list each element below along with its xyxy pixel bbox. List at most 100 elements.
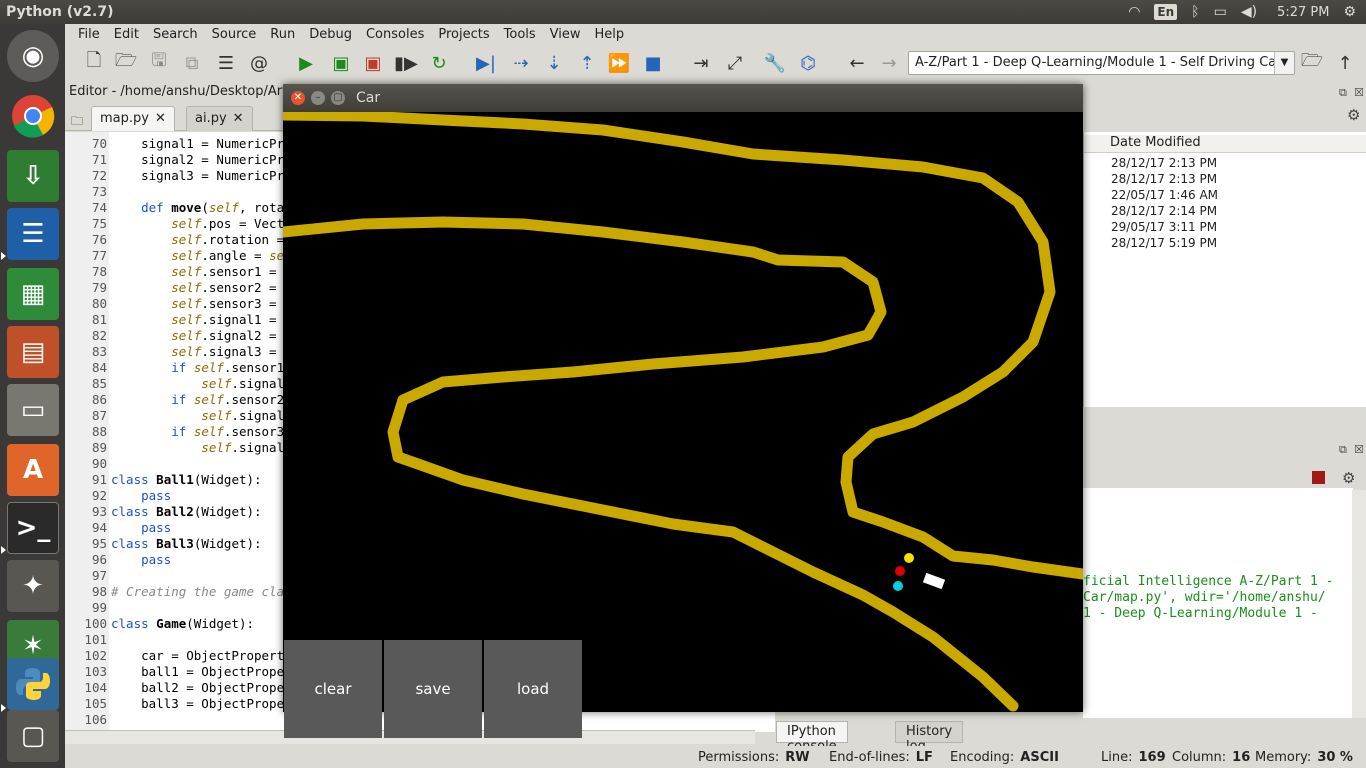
pane-options-gear-icon[interactable]: ⚙ xyxy=(1347,106,1360,124)
stop-kernel-icon[interactable] xyxy=(1312,471,1325,484)
run-cell-icon[interactable]: ▣ xyxy=(329,51,353,75)
terminal-icon[interactable]: >_ xyxy=(7,502,59,554)
code-line: if self.sensor2 xyxy=(171,392,285,407)
maximize-icon[interactable]: ▢ xyxy=(331,91,345,105)
console-vertical-scrollbar[interactable] xyxy=(1352,490,1366,718)
menu-help[interactable]: Help xyxy=(588,27,632,42)
impress-icon[interactable]: ▤ xyxy=(7,326,59,378)
parent-dir-arrow-icon[interactable]: ↑ xyxy=(1333,51,1357,75)
new-file-icon[interactable]: 🗋 xyxy=(82,50,106,75)
menu-projects[interactable]: Projects xyxy=(431,27,496,42)
menu-run[interactable]: Run xyxy=(263,27,302,42)
step-into-icon[interactable]: ⇣ xyxy=(542,51,566,75)
maximize-pane-icon[interactable]: ⇥ xyxy=(689,51,713,75)
close-icon[interactable]: ✕ xyxy=(155,111,166,126)
file-row-date[interactable]: 28/12/17 2:14 PM xyxy=(1111,204,1217,220)
line-number: 98 xyxy=(91,584,107,599)
run-cell-advance-icon[interactable]: ▣ xyxy=(361,51,385,75)
menu-view[interactable]: View xyxy=(543,27,588,42)
run-icon[interactable]: ▶ xyxy=(294,51,318,75)
file-row-date[interactable]: 28/12/17 5:19 PM xyxy=(1111,236,1217,252)
download-manager-icon[interactable]: ⇩ xyxy=(7,150,59,202)
software-center-icon[interactable]: A xyxy=(7,444,59,496)
save-button[interactable]: save xyxy=(384,640,482,738)
preferences-wrench-icon[interactable]: 🔧 xyxy=(763,51,787,75)
menu-edit[interactable]: Edit xyxy=(107,27,146,42)
python-icon[interactable] xyxy=(7,658,59,710)
close-pane-icon[interactable]: ☒ xyxy=(1354,86,1364,99)
close-pane-icon[interactable]: ☒ xyxy=(1354,443,1364,456)
menu-search[interactable]: Search xyxy=(146,27,205,42)
browse-folder-icon[interactable]: 🗁 xyxy=(1300,50,1324,75)
calc-icon[interactable]: ▦ xyxy=(7,268,59,320)
undock-icon[interactable]: ⧉ xyxy=(1339,86,1347,100)
battery-icon[interactable]: ▭ xyxy=(1214,4,1227,20)
car-window-titlebar[interactable]: ✕ – ▢ Car xyxy=(283,84,1083,112)
file-row-date[interactable]: 28/12/17 2:13 PM xyxy=(1111,156,1217,172)
chrome-icon[interactable] xyxy=(7,90,59,142)
forward-arrow-icon[interactable]: → xyxy=(877,51,901,75)
file-explorer: Date Modified 28/12/17 2:13 PM 28/12/17 … xyxy=(1083,132,1366,407)
stop-debug-icon[interactable]: ■ xyxy=(641,51,665,75)
tab-history-log[interactable]: History log xyxy=(895,721,964,754)
column-header-date-modified[interactable]: Date Modified xyxy=(1084,135,1366,153)
python-path-icon[interactable]: ⌬ xyxy=(796,51,820,75)
file-row-date[interactable]: 28/12/17 2:13 PM xyxy=(1111,172,1217,188)
writer-icon[interactable]: ☰ xyxy=(7,208,59,260)
rerun-icon[interactable]: ↻ xyxy=(427,51,451,75)
menu-consoles[interactable]: Consoles xyxy=(359,27,431,42)
clock[interactable]: 5:27 PM xyxy=(1277,5,1329,20)
undock-icon[interactable]: ⧉ xyxy=(1339,443,1347,457)
bluetooth-icon[interactable]: ᛒ xyxy=(1191,4,1199,20)
console-options-gear-icon[interactable]: ⚙ xyxy=(1342,469,1355,487)
run-selection-icon[interactable]: ▮▶ xyxy=(394,51,418,75)
outline-list-icon[interactable]: ☰ xyxy=(214,51,238,75)
menu-file[interactable]: File xyxy=(71,27,107,42)
status-bar: Permissions: RW End-of-lines: LF Encoding:… xyxy=(65,746,1366,768)
close-icon[interactable]: ✕ xyxy=(291,91,305,105)
code-line: self.signal xyxy=(201,376,285,391)
close-icon[interactable]: ✕ xyxy=(233,111,244,126)
save-icon[interactable]: 🖫 xyxy=(147,50,171,75)
browse-tabs-icon[interactable]: 🗀 xyxy=(71,112,83,133)
menu-tools[interactable]: Tools xyxy=(497,27,543,42)
line-number: 88 xyxy=(91,424,107,439)
at-symbol-icon[interactable]: @ xyxy=(247,51,271,75)
ubuntu-dash-icon[interactable]: ◉ xyxy=(7,30,59,82)
code-line: self.angle = se xyxy=(171,248,285,263)
file-row-date[interactable]: 22/05/17 1:46 AM xyxy=(1111,188,1218,204)
wifi-icon[interactable]: ◠ xyxy=(1128,4,1140,20)
line-number: 75 xyxy=(91,216,107,231)
open-file-icon[interactable]: 🗁 xyxy=(114,50,138,75)
chevron-down-icon[interactable]: ▼ xyxy=(1274,52,1294,74)
step-return-icon[interactable]: ⇡ xyxy=(575,51,599,75)
line-status: Line: 169 xyxy=(1101,750,1166,765)
save-all-icon[interactable]: ⧉ xyxy=(180,51,204,75)
workspaces-icon[interactable]: ▢ xyxy=(7,710,59,762)
car-window[interactable]: ✕ – ▢ Car clear save load xyxy=(277,84,1089,738)
debug-icon[interactable]: ▶| xyxy=(474,51,498,75)
volume-icon[interactable]: ◀) xyxy=(1241,4,1257,20)
line-number: 72 xyxy=(91,168,107,183)
working-directory-combo[interactable]: A-Z/Part 1 - Deep Q-Learning/Module 1 - … xyxy=(908,51,1295,75)
line-number: 96 xyxy=(91,552,107,567)
menu-source[interactable]: Source xyxy=(205,27,264,42)
ipython-console[interactable]: ficial Intelligence A-Z/Part 1 - Car/map… xyxy=(1083,488,1353,718)
power-gear-icon[interactable]: ⚙ xyxy=(1343,4,1356,20)
step-icon[interactable]: ⇢ xyxy=(509,51,533,75)
keyboard-language[interactable]: En xyxy=(1154,4,1178,20)
load-button[interactable]: load xyxy=(484,640,582,738)
clear-button[interactable]: clear xyxy=(284,640,382,738)
back-arrow-icon[interactable]: ← xyxy=(845,51,869,75)
tab-map-py[interactable]: map.py ✕ xyxy=(91,106,175,131)
spyder-icon[interactable]: ✦ xyxy=(7,560,59,612)
continue-icon[interactable]: ⏩ xyxy=(607,51,631,75)
tab-ai-py[interactable]: ai.py ✕ xyxy=(186,106,253,131)
tab-ipython-console[interactable]: IPython console xyxy=(776,721,848,754)
files-icon[interactable]: ▭ xyxy=(7,384,59,436)
menu-debug[interactable]: Debug xyxy=(302,27,359,42)
minimize-icon[interactable]: – xyxy=(311,91,325,105)
drawing-canvas[interactable]: clear save load xyxy=(277,109,1089,738)
fullscreen-icon[interactable]: ⤢ xyxy=(723,51,747,75)
file-row-date[interactable]: 29/05/17 3:11 PM xyxy=(1111,220,1217,236)
